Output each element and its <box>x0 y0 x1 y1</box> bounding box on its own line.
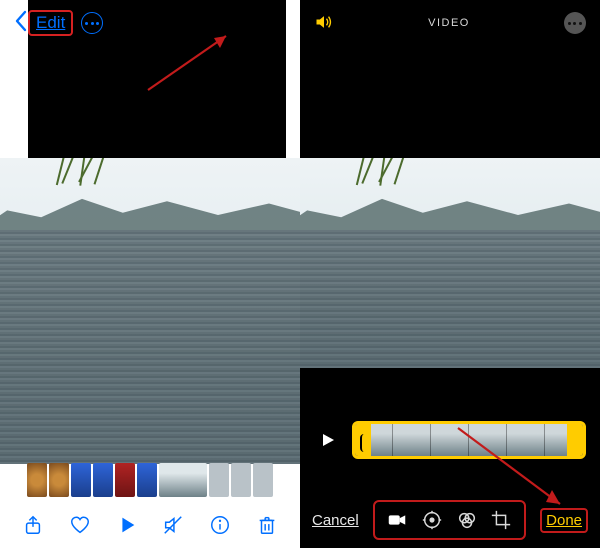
thumbnail[interactable] <box>71 463 91 497</box>
leaves-layer <box>60 158 140 202</box>
photos-bottom-toolbar <box>0 502 300 548</box>
trim-frame <box>545 424 583 456</box>
thumbnail[interactable] <box>27 463 47 497</box>
video-mode-button[interactable] <box>385 508 409 532</box>
editor-top-bar: VIDEO <box>300 0 600 46</box>
dot-icon <box>573 22 576 25</box>
video-icon <box>386 509 408 531</box>
crop-icon <box>490 509 512 531</box>
editor-preview[interactable] <box>300 158 600 368</box>
heart-icon <box>69 514 91 536</box>
share-button[interactable] <box>21 513 45 537</box>
editor-bottom-toolbar: Cancel <box>300 492 600 548</box>
thumbnail[interactable] <box>253 463 273 497</box>
trim-bar[interactable] <box>352 421 586 459</box>
info-button[interactable] <box>208 513 232 537</box>
mode-title: VIDEO <box>428 17 470 29</box>
trim-frame <box>507 424 545 456</box>
adjust-icon <box>421 509 443 531</box>
thumbnail[interactable] <box>231 463 251 497</box>
trim-row <box>300 416 600 464</box>
trim-frame <box>393 424 431 456</box>
chevron-left-icon <box>14 10 28 32</box>
thumbnail[interactable] <box>115 463 135 497</box>
trim-frame <box>431 424 469 456</box>
more-button[interactable] <box>81 12 103 34</box>
dot-icon <box>568 22 571 25</box>
water-layer <box>0 230 300 464</box>
trash-button[interactable] <box>255 513 279 537</box>
speaker-icon <box>314 12 334 32</box>
dot-icon <box>85 22 88 25</box>
info-icon <box>209 514 231 536</box>
volume-button[interactable] <box>314 12 334 35</box>
editor-toolset <box>373 500 526 540</box>
thumbnail-current[interactable] <box>159 463 207 497</box>
play-button[interactable] <box>115 513 139 537</box>
favorite-button[interactable] <box>68 513 92 537</box>
edit-button[interactable]: Edit <box>28 10 73 36</box>
thumbnail[interactable] <box>49 463 69 497</box>
speaker-mute-icon <box>162 514 184 536</box>
thumbnail[interactable] <box>93 463 113 497</box>
trim-handle-left[interactable] <box>360 434 366 452</box>
dot-icon <box>579 22 582 25</box>
trim-frame <box>469 424 507 456</box>
play-icon <box>116 514 138 536</box>
back-button[interactable] <box>14 10 28 37</box>
thumbnail-strip[interactable] <box>0 460 300 500</box>
thumbnail[interactable] <box>137 463 157 497</box>
done-button[interactable]: Done <box>540 508 588 533</box>
photos-top-bar: Edit <box>0 0 300 46</box>
share-icon <box>22 514 44 536</box>
leaves-layer <box>360 158 440 202</box>
thumbnail[interactable] <box>209 463 229 497</box>
filters-icon <box>456 509 478 531</box>
photos-viewer-pane: Edit <box>0 0 300 548</box>
trash-icon <box>256 514 278 536</box>
video-editor-pane: VIDEO Cancel <box>300 0 600 548</box>
play-icon <box>320 432 336 448</box>
adjust-button[interactable] <box>420 508 444 532</box>
editor-more-button[interactable] <box>564 12 586 34</box>
timeline-play-button[interactable] <box>314 423 342 457</box>
media-preview[interactable] <box>0 158 300 464</box>
dot-icon <box>96 22 99 25</box>
mute-button[interactable] <box>161 513 185 537</box>
filters-button[interactable] <box>455 508 479 532</box>
crop-button[interactable] <box>489 508 513 532</box>
trim-handle-right[interactable] <box>572 434 578 452</box>
dot-icon <box>91 22 94 25</box>
water-layer <box>300 230 600 368</box>
cancel-button[interactable]: Cancel <box>312 512 359 529</box>
